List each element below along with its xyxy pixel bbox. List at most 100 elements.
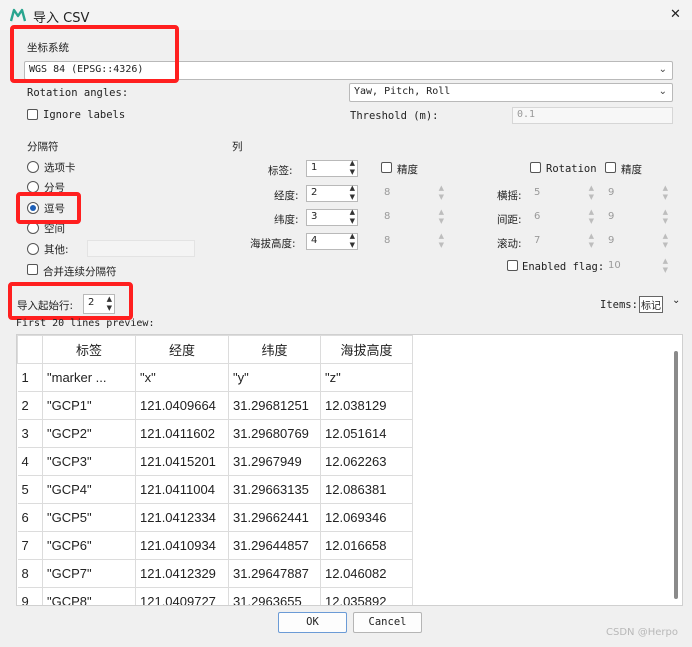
longitude-accuracy-spinbox[interactable]: 8 ▲ ▼ bbox=[379, 184, 447, 202]
delimiter-option-tab: 选项卡 bbox=[44, 162, 76, 174]
table-cell[interactable]: 121.0411004 bbox=[135, 475, 229, 504]
scrollbar[interactable] bbox=[674, 351, 678, 599]
column-header[interactable]: 纬度 bbox=[228, 335, 321, 364]
table-cell[interactable]: 121.0409664 bbox=[135, 391, 229, 420]
spin-arrows-icon: ▲ ▼ bbox=[588, 208, 594, 225]
table-row[interactable]: 9 "GCP8" 121.0409727 31.2963655 12.035892 bbox=[17, 587, 413, 605]
ok-button[interactable]: OK bbox=[278, 612, 347, 633]
annotation-box-start-row bbox=[8, 282, 133, 320]
roll-accuracy-spinbox[interactable]: 9 ▲ ▼ bbox=[603, 184, 671, 202]
longitude-column-spinbox[interactable]: 2 ▲ ▼ bbox=[306, 184, 358, 202]
table-cell[interactable]: "GCP2" bbox=[42, 419, 136, 448]
table-cell[interactable]: "GCP7" bbox=[42, 559, 136, 588]
table-cell[interactable]: 121.0409727 bbox=[135, 587, 229, 605]
threshold-label: Threshold (m): bbox=[350, 110, 439, 122]
table-row[interactable]: 8 "GCP7" 121.0412329 31.29647887 12.046082 bbox=[17, 559, 413, 588]
table-cell[interactable]: 31.29681251 bbox=[228, 391, 321, 420]
table-row[interactable]: 6 "GCP5" 121.0412334 31.29662441 12.069346 bbox=[17, 503, 413, 532]
table-cell[interactable]: 121.0411602 bbox=[135, 419, 229, 448]
table-row[interactable]: 4 "GCP3" 121.0415201 31.2967949 12.062263 bbox=[17, 447, 413, 476]
other-delimiter-input[interactable] bbox=[87, 240, 195, 257]
merge-delimiters-checkbox[interactable] bbox=[27, 264, 38, 275]
threshold-input[interactable]: 0.1 bbox=[512, 107, 673, 124]
table-cell[interactable]: 31.29662441 bbox=[228, 503, 321, 532]
row-number: 4 bbox=[17, 447, 43, 476]
table-cell[interactable]: 121.0410934 bbox=[135, 531, 229, 560]
row-number: 7 bbox=[17, 531, 43, 560]
altitude-column-value: 4 bbox=[311, 235, 318, 246]
spin-arrows-icon: ▲ ▼ bbox=[588, 232, 594, 249]
table-cell[interactable]: 12.046082 bbox=[320, 559, 413, 588]
spin-arrows-icon: ▲ ▼ bbox=[438, 184, 444, 201]
table-cell[interactable]: 31.29644857 bbox=[228, 531, 321, 560]
table-cell[interactable]: "z" bbox=[320, 363, 413, 392]
table-cell[interactable]: 31.29647887 bbox=[228, 559, 321, 588]
table-row[interactable]: 5 "GCP4" 121.0411004 31.29663135 12.086381 bbox=[17, 475, 413, 504]
spin-arrows-icon: ▲ ▼ bbox=[438, 232, 444, 249]
close-icon[interactable]: ✕ bbox=[670, 7, 681, 22]
table-cell[interactable]: 12.062263 bbox=[320, 447, 413, 476]
rotation-angles-select[interactable]: Yaw, Pitch, Roll ⌄ bbox=[349, 83, 673, 102]
rotation-accuracy-label: 精度 bbox=[621, 164, 642, 176]
yaw-accuracy-spinbox[interactable]: 9 ▲ ▼ bbox=[603, 232, 671, 250]
table-cell[interactable]: "GCP3" bbox=[42, 447, 136, 476]
annotation-box-comma bbox=[16, 192, 81, 224]
table-row[interactable]: 3 "GCP2" 121.0411602 31.29680769 12.051614 bbox=[17, 419, 413, 448]
ignore-labels-checkbox[interactable] bbox=[27, 109, 38, 120]
table-cell[interactable]: 31.2967949 bbox=[228, 447, 321, 476]
yaw-column-spinbox[interactable]: 7 ▲ ▼ bbox=[529, 232, 597, 250]
spin-arrows-icon: ▲ ▼ bbox=[438, 208, 444, 225]
column-header[interactable]: 标签 bbox=[42, 335, 136, 364]
delimiter-radio-other[interactable] bbox=[27, 243, 39, 255]
table-cell[interactable]: 121.0415201 bbox=[135, 447, 229, 476]
longitude-column-value: 2 bbox=[311, 187, 318, 198]
table-cell[interactable]: "GCP5" bbox=[42, 503, 136, 532]
annotation-box-crs bbox=[10, 25, 179, 83]
rotation-angles-label: Rotation angles: bbox=[27, 87, 129, 99]
table-cell[interactable]: 31.29663135 bbox=[228, 475, 321, 504]
table-cell[interactable]: 12.086381 bbox=[320, 475, 413, 504]
rotation-accuracy-checkbox[interactable] bbox=[605, 162, 616, 173]
delimiter-option-other: 其他: bbox=[44, 244, 69, 256]
table-cell[interactable]: "GCP8" bbox=[42, 587, 136, 605]
rotation-angles-value: Yaw, Pitch, Roll bbox=[354, 86, 451, 97]
cancel-button[interactable]: Cancel bbox=[353, 612, 422, 633]
table-cell[interactable]: 12.069346 bbox=[320, 503, 413, 532]
pitch-column-spinbox[interactable]: 6 ▲ ▼ bbox=[529, 208, 597, 226]
table-cell[interactable]: "GCP1" bbox=[42, 391, 136, 420]
table-cell[interactable]: 12.038129 bbox=[320, 391, 413, 420]
rotation-checkbox[interactable] bbox=[530, 162, 541, 173]
altitude-column-spinbox[interactable]: 4 ▲ ▼ bbox=[306, 232, 358, 250]
latitude-accuracy-spinbox[interactable]: 8 ▲ ▼ bbox=[379, 208, 447, 226]
roll-column-spinbox[interactable]: 5 ▲ ▼ bbox=[529, 184, 597, 202]
latitude-column-spinbox[interactable]: 3 ▲ ▼ bbox=[306, 208, 358, 226]
column-header[interactable]: 经度 bbox=[135, 335, 229, 364]
table-cell[interactable]: "x" bbox=[135, 363, 229, 392]
table-cell[interactable]: "GCP4" bbox=[42, 475, 136, 504]
table-cell[interactable]: 31.2963655 bbox=[228, 587, 321, 605]
table-cell[interactable]: "GCP6" bbox=[42, 531, 136, 560]
table-cell[interactable]: "marker ... bbox=[42, 363, 136, 392]
longitude-column-label: 经度: bbox=[274, 190, 299, 202]
table-cell[interactable]: "y" bbox=[228, 363, 321, 392]
delimiter-radio-tab[interactable] bbox=[27, 161, 39, 173]
table-row[interactable]: 7 "GCP6" 121.0410934 31.29644857 12.016658 bbox=[17, 531, 413, 560]
table-cell[interactable]: 121.0412329 bbox=[135, 559, 229, 588]
items-select[interactable]: 标记 ⌄ bbox=[638, 295, 682, 313]
label-column-spinbox[interactable]: 1 ▲ ▼ bbox=[306, 159, 358, 177]
table-cell[interactable]: 12.051614 bbox=[320, 419, 413, 448]
longitude-accuracy-value: 8 bbox=[384, 187, 391, 198]
pitch-accuracy-spinbox[interactable]: 9 ▲ ▼ bbox=[603, 208, 671, 226]
table-cell[interactable]: 121.0412334 bbox=[135, 503, 229, 532]
column-header[interactable]: 海拔高度 bbox=[320, 335, 413, 364]
table-row[interactable]: 1 "marker ... "x" "y" "z" bbox=[17, 363, 413, 392]
table-cell[interactable]: 31.29680769 bbox=[228, 419, 321, 448]
table-cell[interactable]: 12.016658 bbox=[320, 531, 413, 560]
yaw-column-value: 7 bbox=[534, 235, 541, 246]
enabled-flag-checkbox[interactable] bbox=[507, 260, 518, 271]
table-row[interactable]: 2 "GCP1" 121.0409664 31.29681251 12.038129 bbox=[17, 391, 413, 420]
accuracy-checkbox[interactable] bbox=[381, 162, 392, 173]
table-cell[interactable]: 12.035892 bbox=[320, 587, 413, 605]
altitude-accuracy-spinbox[interactable]: 8 ▲ ▼ bbox=[379, 232, 447, 250]
enabled-flag-spinbox[interactable]: 10 ▲ ▼ bbox=[603, 257, 671, 275]
